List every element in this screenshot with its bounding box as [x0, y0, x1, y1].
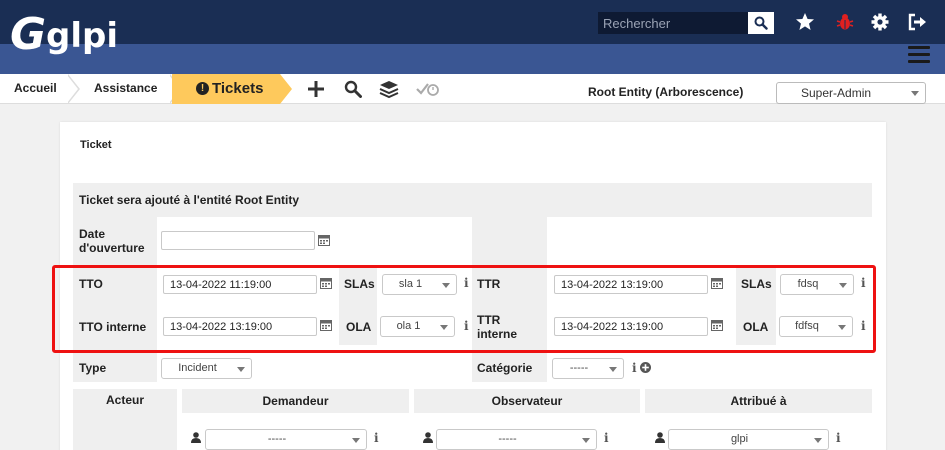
highlight-box	[52, 265, 876, 353]
observateur-label: Observateur	[491, 394, 563, 408]
demandeur-label: Demandeur	[262, 394, 329, 408]
categorie-value: -----	[569, 362, 589, 374]
info-icon[interactable]: i	[374, 431, 379, 445]
chevron-down-icon	[911, 91, 919, 96]
date-ouverture-label: Date d'ouverture	[79, 227, 145, 255]
logo-text: glpi	[46, 16, 118, 56]
top-header: G glpi	[0, 0, 945, 74]
info-icon[interactable]: i	[604, 431, 609, 445]
type-select[interactable]: Incident	[161, 358, 252, 379]
categorie-label: Catégorie	[477, 361, 533, 375]
chevron-down-icon	[582, 438, 590, 443]
form-title: Ticket	[80, 139, 112, 151]
date-ouverture-input[interactable]	[161, 231, 315, 250]
chevron-down-icon	[609, 367, 617, 372]
gear-icon[interactable]	[868, 10, 892, 34]
breadcrumb-tickets[interactable]: ! Tickets	[172, 74, 292, 104]
demandeur-value: -----	[267, 433, 287, 445]
type-value: Incident	[178, 362, 217, 374]
layers-icon[interactable]	[379, 79, 399, 99]
breadcrumb-separator	[67, 74, 80, 104]
profile-select[interactable]: Super-Admin	[776, 82, 926, 104]
entity-notice: Ticket sera ajouté à l'entité Root Entit…	[79, 193, 300, 207]
categorie-select[interactable]: -----	[552, 358, 624, 379]
calendar-icon[interactable]	[318, 234, 330, 246]
user-icon	[423, 432, 433, 443]
attribue-value: glpi	[730, 433, 749, 445]
profile-select-value: Super-Admin	[801, 86, 872, 100]
logo-g-glyph: G	[10, 9, 47, 60]
search-icon[interactable]	[343, 79, 363, 99]
plus-icon[interactable]	[306, 79, 326, 99]
attribue-select[interactable]: glpi	[668, 429, 829, 450]
search-input[interactable]	[598, 12, 748, 34]
chevron-down-icon	[237, 367, 245, 372]
attribue-label: Attribué à	[730, 394, 787, 408]
alert-icon: !	[196, 82, 209, 95]
chevron-down-icon	[814, 438, 822, 443]
acteur-label: Acteur	[105, 393, 144, 407]
search-icon	[754, 16, 768, 30]
breadcrumb-tickets-label: Tickets	[212, 80, 264, 97]
breadcrumb-assistance[interactable]: Assistance	[80, 74, 172, 104]
hamburger-icon[interactable]	[908, 46, 930, 64]
info-icon[interactable]: i	[836, 431, 841, 445]
glpi-logo[interactable]: G glpi	[10, 9, 118, 60]
type-label: Type	[79, 361, 107, 375]
user-icon	[655, 432, 665, 443]
chevron-down-icon	[352, 438, 360, 443]
add-circle-icon[interactable]	[640, 362, 651, 373]
bug-icon[interactable]	[833, 10, 857, 34]
check-clock-icon[interactable]	[416, 79, 440, 99]
entity-label[interactable]: Root Entity (Arborescence)	[588, 74, 743, 110]
observateur-value: -----	[498, 433, 517, 445]
observateur-select[interactable]: -----	[436, 429, 597, 450]
logout-icon[interactable]	[905, 10, 929, 34]
search-button[interactable]	[748, 12, 774, 34]
user-icon	[191, 432, 201, 443]
breadcrumb-accueil[interactable]: Accueil	[0, 74, 76, 104]
star-icon[interactable]	[793, 10, 817, 34]
info-icon[interactable]: i	[632, 361, 637, 375]
demandeur-select[interactable]: -----	[205, 429, 367, 450]
